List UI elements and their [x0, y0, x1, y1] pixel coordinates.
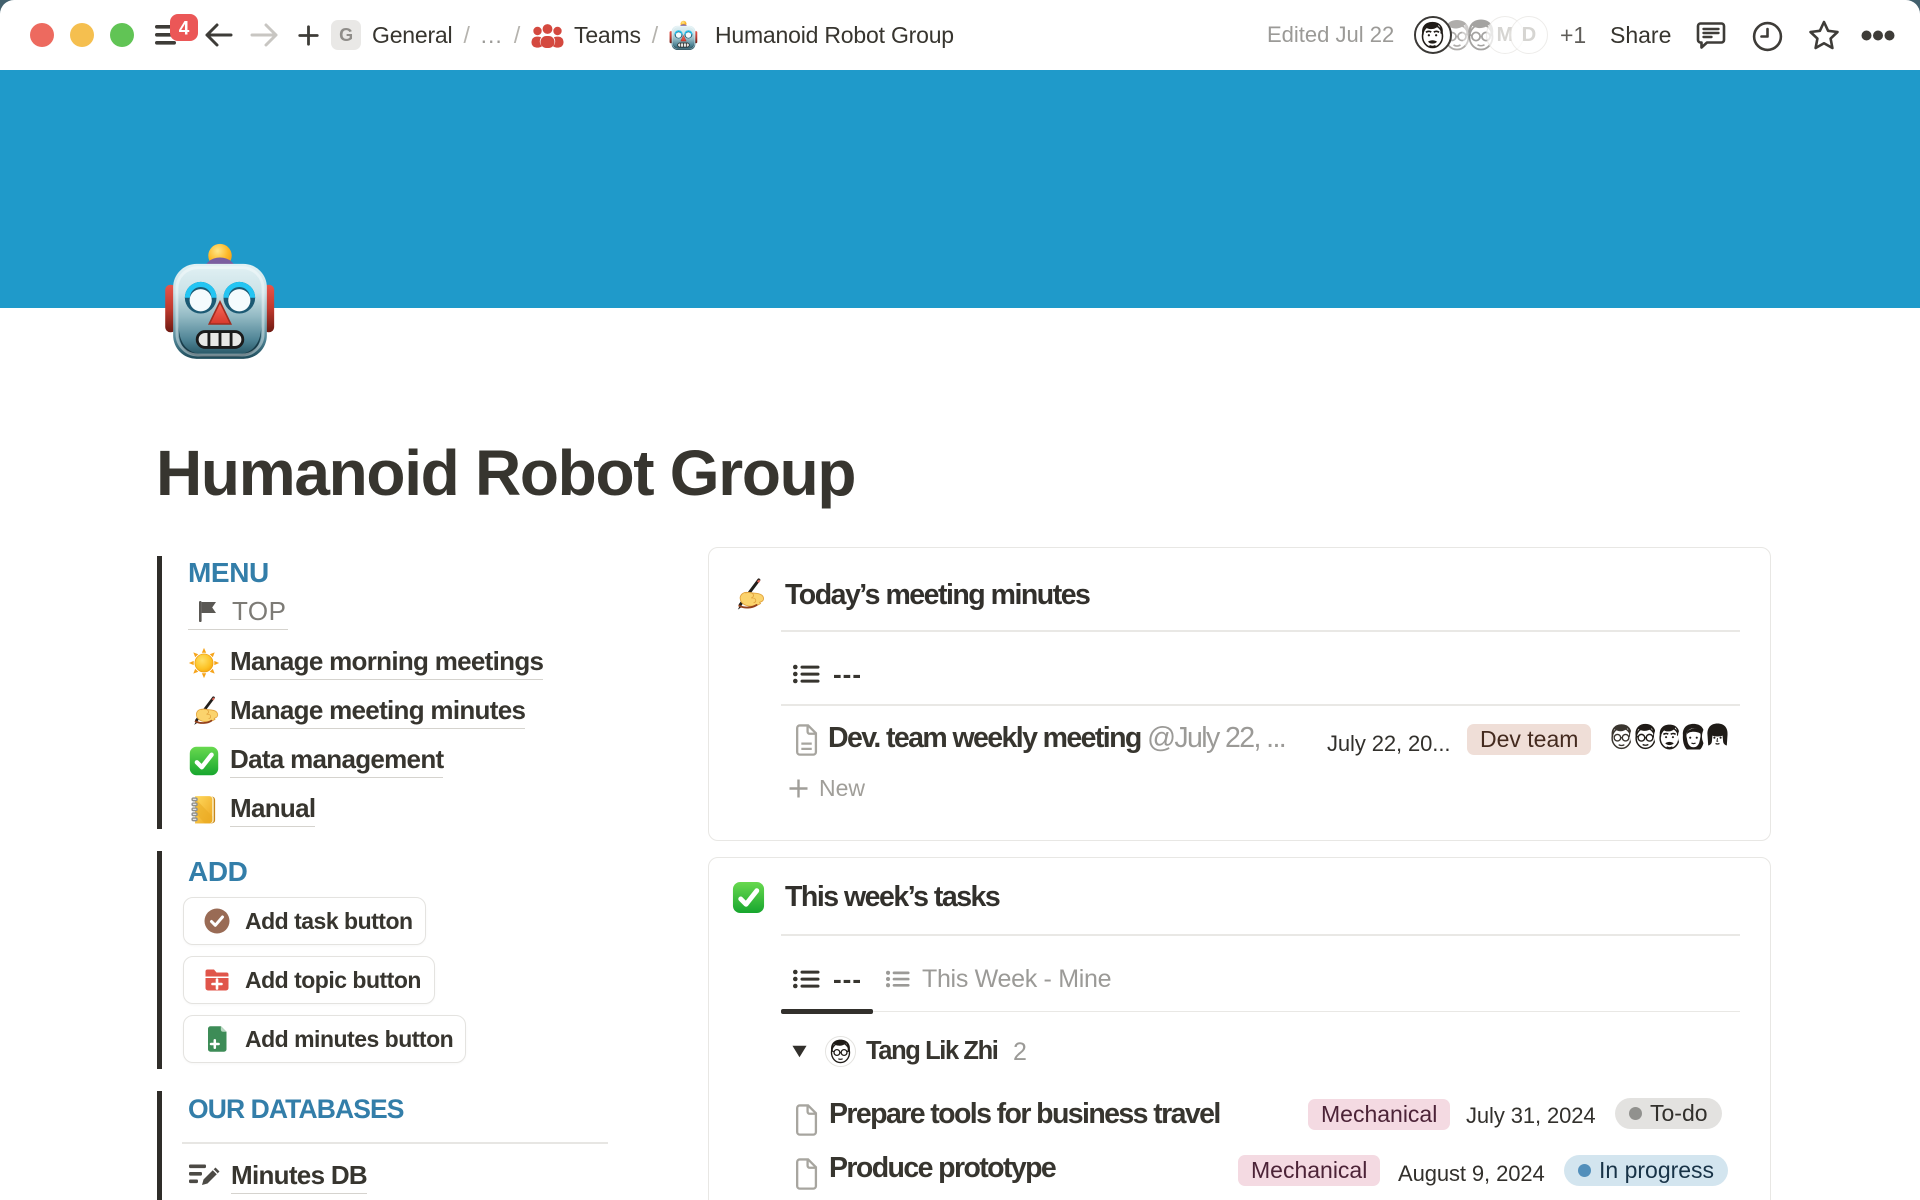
svg-text:4: 4 — [179, 19, 190, 40]
